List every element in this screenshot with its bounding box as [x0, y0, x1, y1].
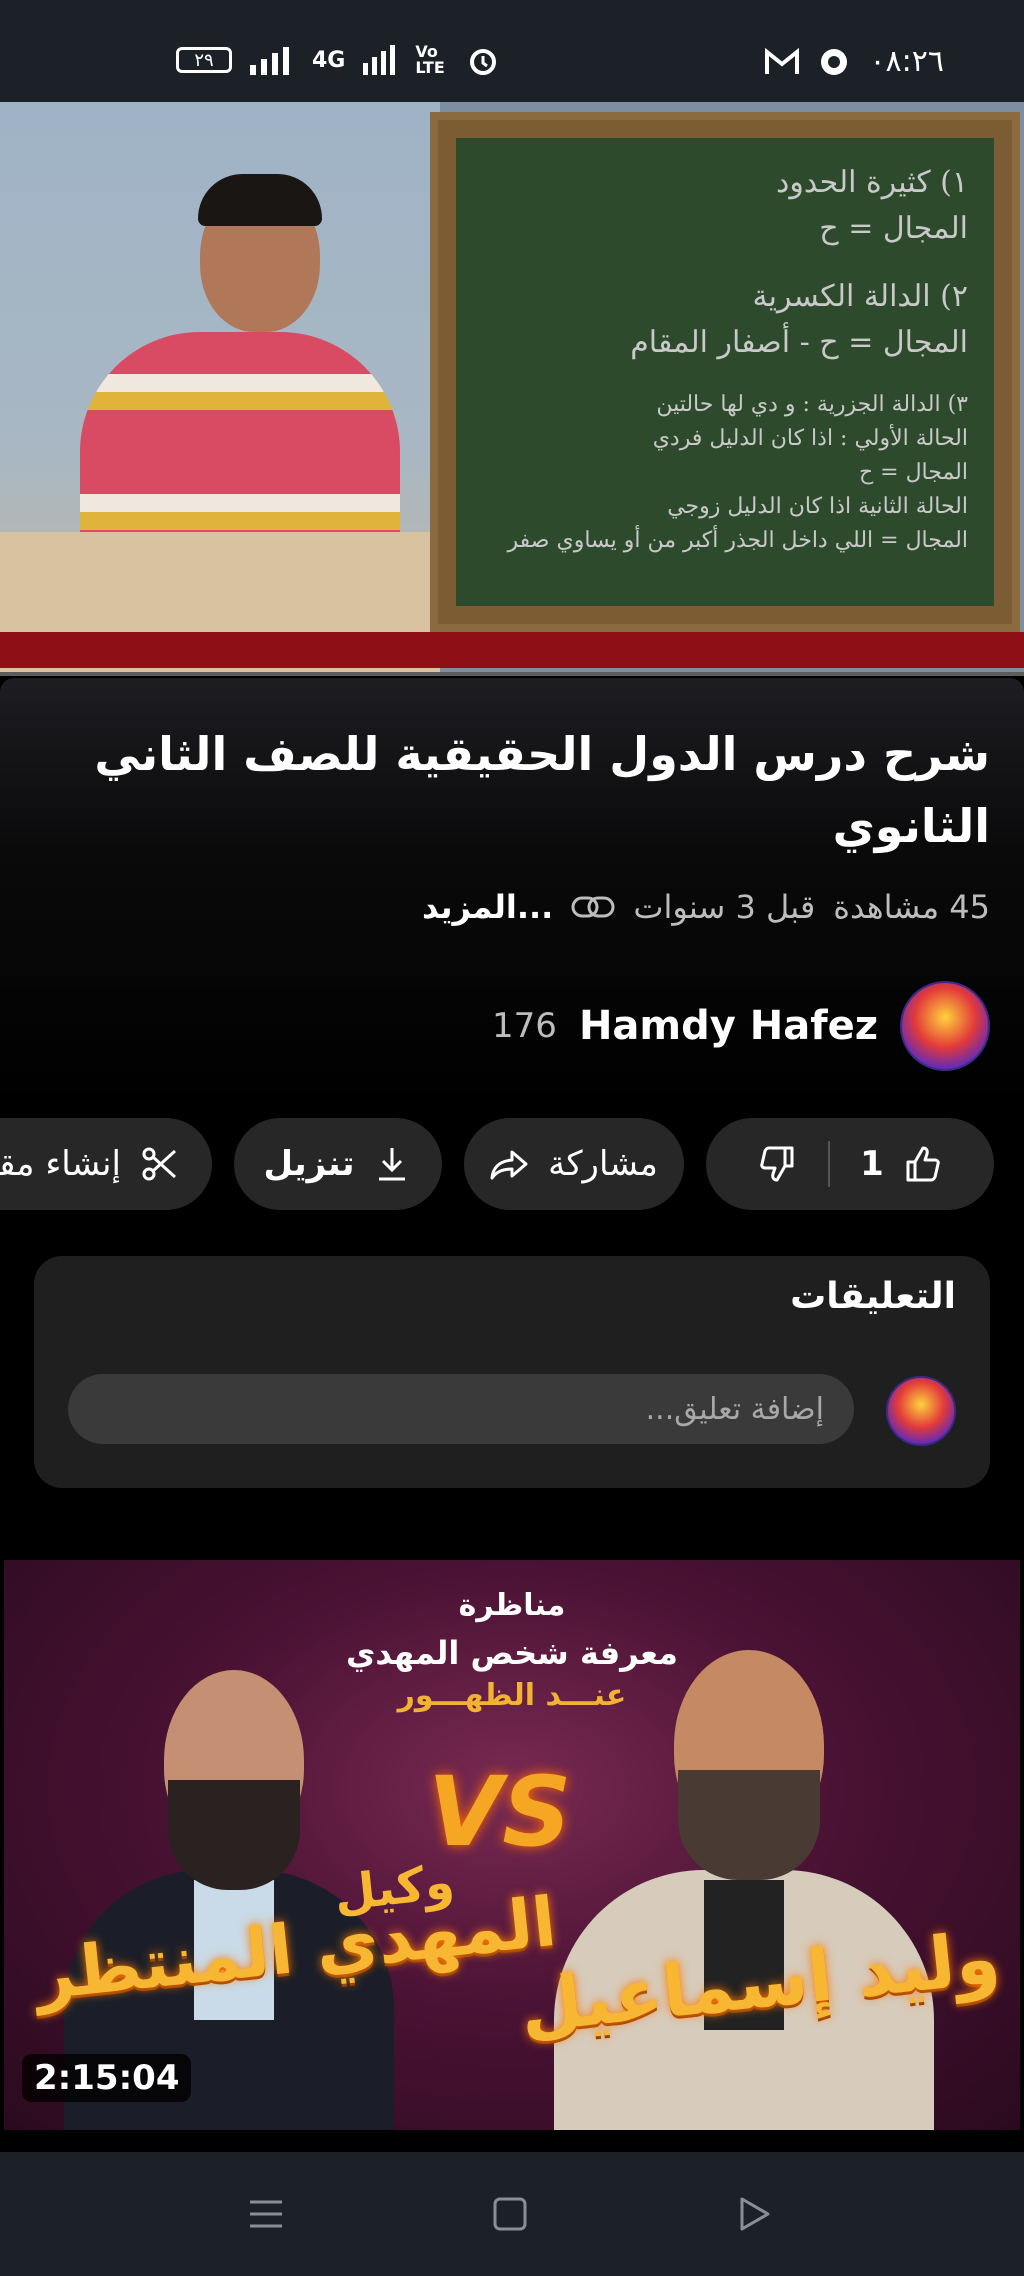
- thumbnail-subtitle-2: عنـــد الظهـــور: [397, 1678, 627, 1713]
- link-icon: [571, 896, 615, 918]
- thumbs-down-icon: [760, 1146, 794, 1182]
- volte-label: Vo LTE: [415, 42, 445, 77]
- board-line: المجال = ح - أصفار المقام: [630, 325, 968, 360]
- more-link[interactable]: ...المزيد: [422, 888, 553, 926]
- home-icon[interactable]: [490, 2194, 530, 2234]
- battery-icon: ٢٩: [176, 47, 232, 73]
- next-video-thumbnail[interactable]: مناظرة معرفة شخص المهدي عنـــد الظهـــور…: [4, 1560, 1020, 2130]
- channel-avatar[interactable]: [900, 981, 990, 1071]
- download-label: تنزيل: [263, 1144, 355, 1184]
- chrome-icon: [821, 48, 848, 75]
- user-avatar: [886, 1376, 956, 1446]
- comment-input[interactable]: [68, 1374, 854, 1444]
- video-player[interactable]: ١) كثيرة الحدود المجال = ح ٢) الدالة الك…: [0, 102, 1024, 674]
- clip-button[interactable]: إنشاء مقطع: [0, 1118, 212, 1210]
- video-meta[interactable]: 45 مشاهدة قبل 3 سنوات ...المزيد: [422, 888, 990, 926]
- gmail-icon: [765, 47, 800, 74]
- download-icon: [379, 1148, 406, 1181]
- video-progress-bar[interactable]: [0, 672, 1024, 676]
- share-label: مشاركة: [548, 1144, 658, 1184]
- board-line: المجال = ح: [819, 211, 968, 246]
- teacher-hair: [198, 174, 322, 226]
- like-count: 1: [860, 1144, 884, 1184]
- view-count: 45 مشاهدة: [833, 888, 990, 926]
- like-button[interactable]: 1: [830, 1144, 972, 1184]
- menu-icon[interactable]: [246, 2194, 286, 2234]
- clock: ٠٨:٢٦: [869, 44, 944, 79]
- back-icon[interactable]: [734, 2194, 774, 2234]
- board-line: ٢) الدالة الكسرية: [752, 279, 968, 314]
- board-line: ١) كثيرة الحدود: [776, 165, 968, 200]
- video-info: شرح درس الدول الحقيقية للصف الثاني الثان…: [0, 678, 1024, 1108]
- board-line: ٣) الدالة الجزرية : و دي لها حالتين: [656, 392, 968, 417]
- battery-level: ٢٩: [194, 49, 214, 71]
- comments-title: التعليقات: [790, 1276, 956, 1317]
- upload-age: قبل 3 سنوات: [633, 888, 816, 926]
- versus-label: VS: [428, 1756, 572, 1868]
- board-line: الحالة الثانية اذا كان الدليل زوجي: [667, 494, 968, 519]
- divider: [828, 1141, 831, 1187]
- video-duration-badge: 2:15:04: [22, 2054, 192, 2102]
- thumbs-up-icon: [906, 1146, 940, 1182]
- board-line: المجال = ح: [858, 460, 968, 485]
- comments-card[interactable]: التعليقات: [34, 1256, 990, 1488]
- status-bar: ٢٩ 4G Vo LTE ٠٨:٢٦: [0, 0, 1024, 102]
- video-title[interactable]: شرح درس الدول الحقيقية للصف الثاني الثان…: [90, 718, 990, 862]
- subscriber-count: 176: [492, 1006, 557, 1046]
- channel-row[interactable]: Hamdy Hafez 176: [492, 981, 990, 1071]
- channel-name[interactable]: Hamdy Hafez: [579, 1003, 878, 1049]
- signal-4g-icon: [363, 45, 396, 75]
- download-button[interactable]: تنزيل: [234, 1118, 442, 1210]
- clip-label: إنشاء مقطع: [0, 1144, 121, 1184]
- signal-icon: [250, 47, 289, 75]
- share-icon: [490, 1150, 528, 1180]
- board-line: الحالة الأولي : اذا كان الدليل فردي: [652, 426, 968, 451]
- thumbnail-subtitle: معرفة شخص المهدي: [346, 1634, 678, 1672]
- video-frame-bottom: [0, 632, 1024, 668]
- network-label: 4G: [312, 47, 346, 73]
- scissors-icon: [142, 1147, 176, 1181]
- system-nav-bar: [0, 2152, 1024, 2276]
- board-line: المجال = اللي داخل الجذر أكبر من أو يساو…: [507, 528, 968, 553]
- action-bar: 1 مشاركة تنزيل إنشاء مقطع: [0, 1118, 1024, 1210]
- chalkboard: ١) كثيرة الحدود المجال = ح ٢) الدالة الك…: [430, 112, 1020, 632]
- thumbnail-header: مناظرة: [458, 1588, 566, 1623]
- share-button[interactable]: مشاركة: [464, 1118, 684, 1210]
- like-dislike-group: 1: [706, 1118, 994, 1210]
- dislike-button[interactable]: [728, 1144, 828, 1184]
- alarm-icon: [470, 49, 497, 75]
